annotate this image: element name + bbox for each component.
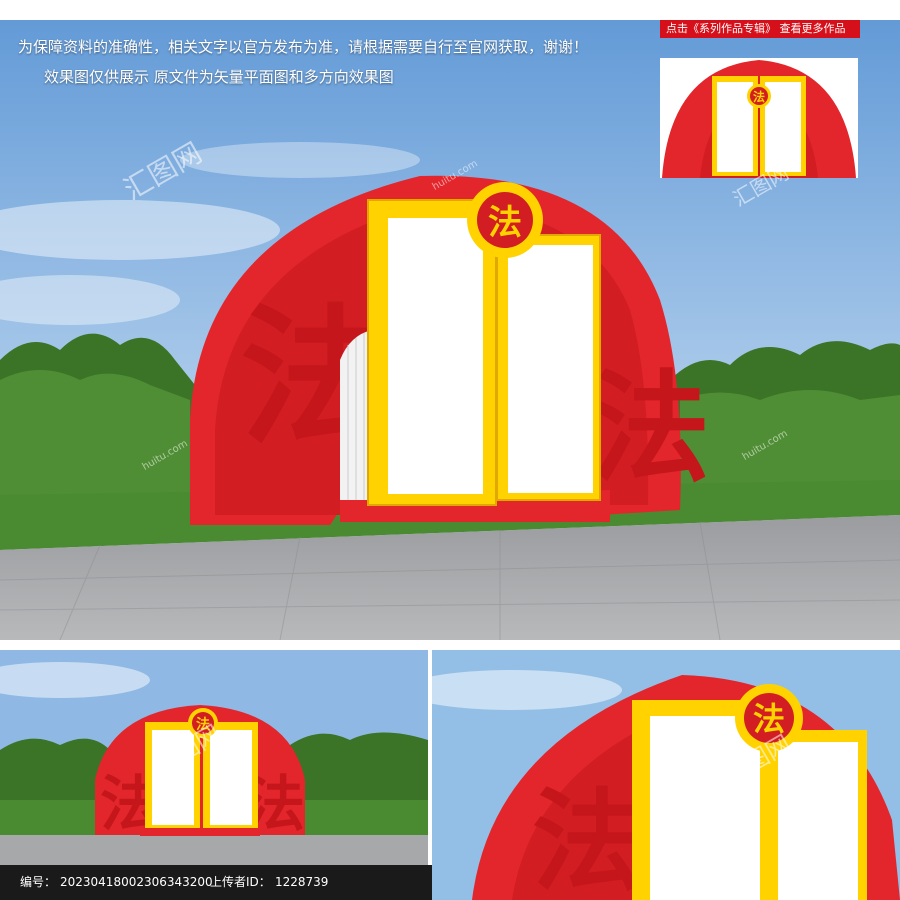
closeup-scene: 法 法 (432, 650, 900, 900)
relief-char-right: 法 (590, 360, 710, 499)
notice-accuracy: 为保障资料的准确性，相关文字以官方发布为准，请根据需要自行至官网获取，谢谢！ (18, 38, 589, 56)
id-value: 20230418002306343200 (60, 875, 213, 889)
notice-display-only: 效果图仅供展示 原文件为矢量平面图和多方向效果图 (44, 68, 394, 86)
inset-badge-char: 法 (753, 89, 765, 104)
series-collection-link[interactable]: 点击《系列作品专辑》 查看更多作品 (660, 20, 860, 38)
inset-scene: 法 (660, 58, 858, 178)
footer-info-bar: 编号： 20230418002306343200 上传者ID： 1228739 (0, 865, 432, 900)
divider-horizontal (0, 640, 900, 650)
top-white-strip (0, 0, 900, 20)
id-label: 编号： (20, 875, 57, 889)
main-badge-char: 法 (488, 203, 522, 243)
inset-render: 法 (660, 58, 858, 178)
front-scene: 法 法 法 (0, 650, 428, 865)
front-view-render: 法 法 法 (0, 650, 428, 865)
uploader-label: 上传者ID： (210, 875, 271, 889)
uploader-value: 1228739 (275, 875, 329, 889)
closeup-render: 法 法 (432, 650, 900, 900)
closeup-relief-left: 法 (532, 778, 642, 900)
